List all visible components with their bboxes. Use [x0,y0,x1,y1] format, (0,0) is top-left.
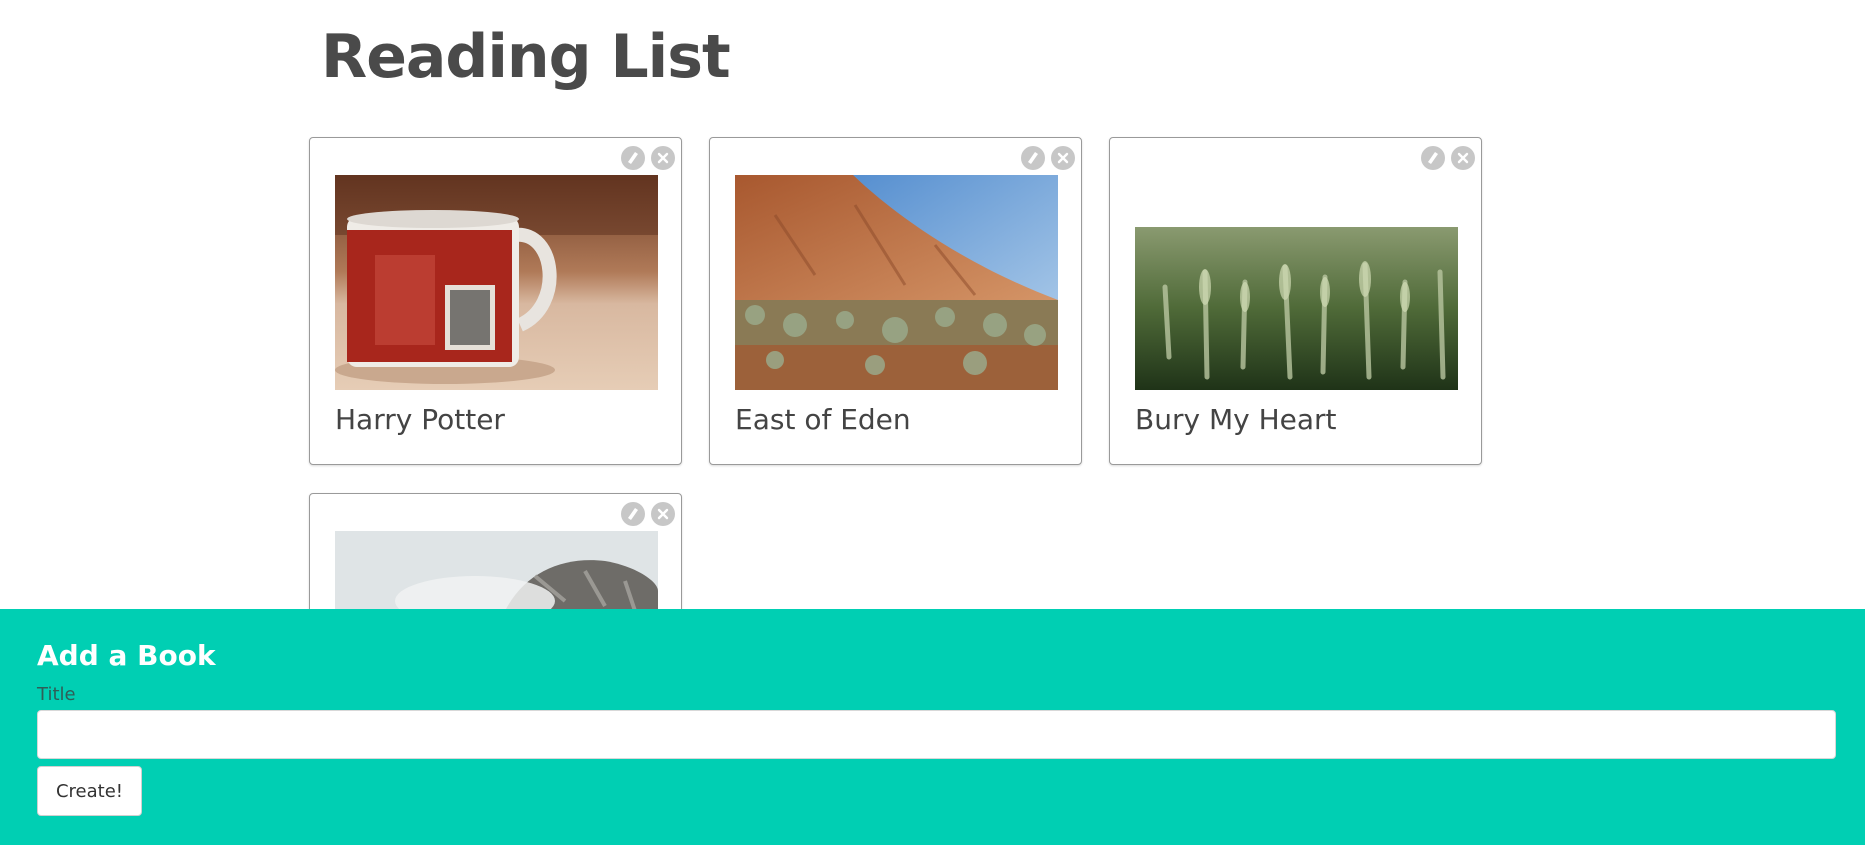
edit-button[interactable] [1421,146,1445,170]
book-title: East of Eden [735,403,911,436]
page-title: Reading List [321,22,731,92]
close-icon [1057,152,1069,164]
edit-button[interactable] [621,502,645,526]
pencil-icon [628,508,638,520]
add-book-heading: Add a Book [37,639,216,672]
close-icon [657,508,669,520]
book-cover-image [1135,227,1458,390]
book-card: East of Eden [709,137,1082,465]
book-cover-image [735,175,1058,390]
edit-button[interactable] [1021,146,1045,170]
mug-photo [335,175,658,390]
delete-button[interactable] [651,502,675,526]
book-card: Harry Potter [309,137,682,465]
book-card: Bury My Heart [1109,137,1482,465]
card-actions [621,146,675,170]
close-icon [657,152,669,164]
desert-rock-photo [735,175,1058,390]
close-icon [1457,152,1469,164]
pencil-icon [1028,152,1038,164]
delete-button[interactable] [651,146,675,170]
edit-button[interactable] [621,146,645,170]
book-title: Harry Potter [335,403,505,436]
delete-button[interactable] [1451,146,1475,170]
card-actions [1421,146,1475,170]
pencil-icon [628,152,638,164]
pencil-icon [1428,152,1438,164]
add-book-panel: Add a Book Title Create! [0,609,1865,845]
create-button[interactable]: Create! [37,766,142,816]
book-cover-image [335,175,658,390]
wheat-field-photo [1135,227,1458,390]
title-input[interactable] [37,710,1836,759]
card-actions [1021,146,1075,170]
delete-button[interactable] [1051,146,1075,170]
book-title: Bury My Heart [1135,403,1337,436]
card-actions [621,502,675,526]
title-label: Title [37,684,76,705]
